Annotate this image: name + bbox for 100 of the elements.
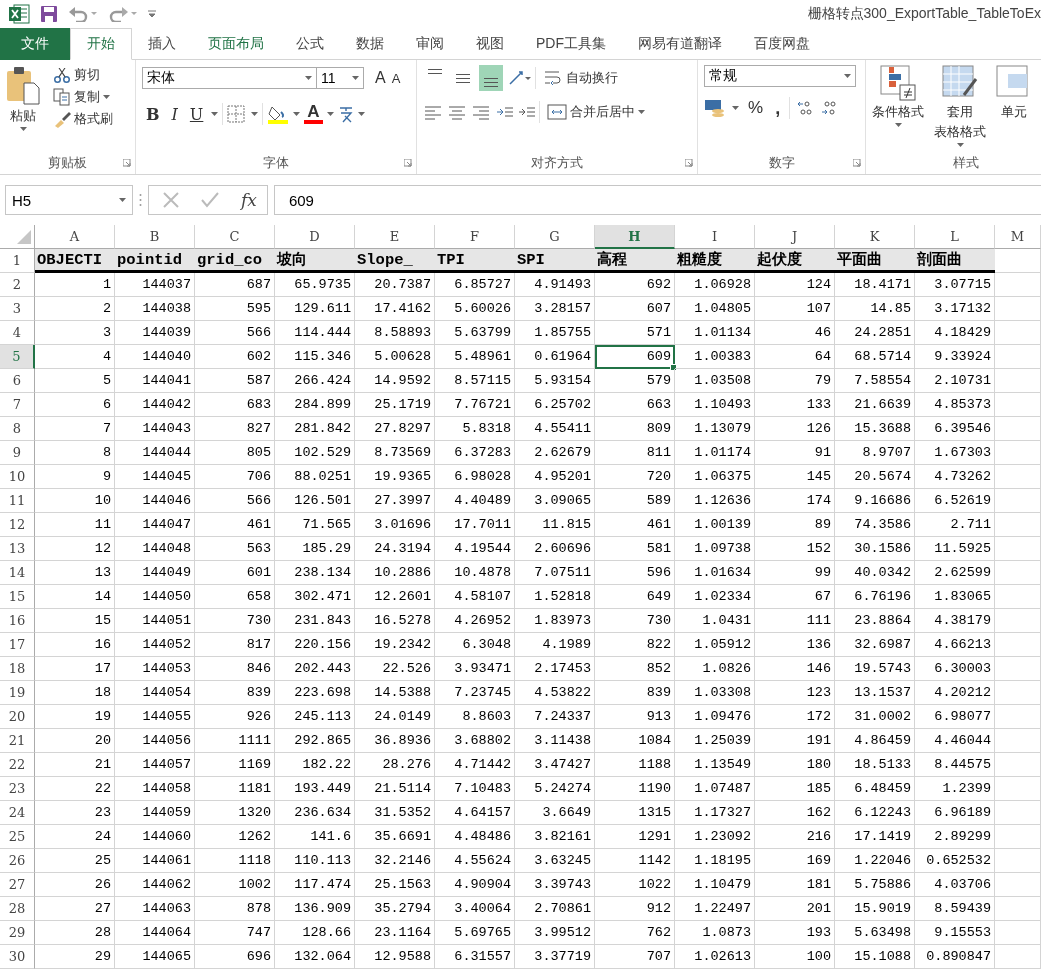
column-header[interactable]: E — [355, 225, 435, 249]
table-cell[interactable]: 89 — [755, 513, 835, 537]
empty-cell[interactable] — [995, 441, 1041, 465]
table-cell[interactable]: 28.276 — [355, 753, 435, 777]
table-cell[interactable]: 144050 — [115, 585, 195, 609]
column-header[interactable]: L — [915, 225, 995, 249]
table-cell[interactable]: 22 — [35, 777, 115, 801]
table-cell[interactable]: 1118 — [195, 849, 275, 873]
file-menu[interactable]: 文件 — [0, 28, 70, 60]
table-cell[interactable]: 144041 — [115, 369, 195, 393]
empty-cell[interactable] — [995, 633, 1041, 657]
table-cell[interactable]: 124 — [755, 273, 835, 297]
table-cell[interactable]: 100 — [755, 945, 835, 969]
row-header[interactable]: 21 — [0, 729, 35, 753]
table-cell[interactable]: 6.39546 — [915, 417, 995, 441]
table-cell[interactable]: 68.5714 — [835, 345, 915, 369]
column-header[interactable]: B — [115, 225, 195, 249]
table-cell[interactable]: 6.85727 — [435, 273, 515, 297]
table-cell[interactable]: 747 — [195, 921, 275, 945]
table-cell[interactable]: 1084 — [595, 729, 675, 753]
vertical-align-button[interactable] — [479, 65, 503, 91]
table-cell[interactable]: 181 — [755, 873, 835, 897]
table-cell[interactable]: 7.76721 — [435, 393, 515, 417]
table-cell[interactable]: 13.1537 — [835, 681, 915, 705]
table-cell[interactable]: 67 — [755, 585, 835, 609]
row-header[interactable]: 13 — [0, 537, 35, 561]
table-cell[interactable]: 144037 — [115, 273, 195, 297]
table-cell[interactable]: 144062 — [115, 873, 195, 897]
table-cell[interactable]: 0.652532 — [915, 849, 995, 873]
table-cell[interactable]: 144052 — [115, 633, 195, 657]
percent-button[interactable]: % — [745, 97, 767, 119]
table-cell[interactable]: 5.24274 — [515, 777, 595, 801]
table-cell[interactable]: 3.6649 — [515, 801, 595, 825]
table-cell[interactable]: 1.09738 — [675, 537, 755, 561]
table-cell[interactable]: 2.89299 — [915, 825, 995, 849]
table-cell[interactable]: 10.2886 — [355, 561, 435, 585]
table-cell[interactable]: 706 — [195, 465, 275, 489]
table-cell[interactable]: 1.0431 — [675, 609, 755, 633]
table-cell[interactable]: 平面曲 — [835, 249, 915, 273]
table-cell[interactable]: 1022 — [595, 873, 675, 897]
table-cell[interactable]: 913 — [595, 705, 675, 729]
empty-cell[interactable] — [995, 393, 1041, 417]
table-cell[interactable]: 284.899 — [275, 393, 355, 417]
table-cell[interactable]: 692 — [595, 273, 675, 297]
table-cell[interactable]: 35.6691 — [355, 825, 435, 849]
table-cell[interactable]: 3.07715 — [915, 273, 995, 297]
table-cell[interactable]: 107 — [755, 297, 835, 321]
table-cell[interactable]: 292.865 — [275, 729, 355, 753]
table-cell[interactable]: 193.449 — [275, 777, 355, 801]
table-cell[interactable]: 2.62679 — [515, 441, 595, 465]
table-cell[interactable]: 805 — [195, 441, 275, 465]
table-cell[interactable]: 6.76196 — [835, 585, 915, 609]
table-cell[interactable]: 281.842 — [275, 417, 355, 441]
row-header[interactable]: 8 — [0, 417, 35, 441]
table-cell[interactable]: 649 — [595, 585, 675, 609]
table-cell[interactable]: 3.17132 — [915, 297, 995, 321]
wrap-text-button[interactable]: 自动换行 — [540, 68, 621, 88]
table-cell[interactable]: 1.00139 — [675, 513, 755, 537]
table-cell[interactable]: 839 — [195, 681, 275, 705]
table-cell[interactable]: 6 — [35, 393, 115, 417]
table-cell[interactable]: 563 — [195, 537, 275, 561]
table-cell[interactable]: 4.46044 — [915, 729, 995, 753]
table-cell[interactable]: 88.0251 — [275, 465, 355, 489]
table-cell[interactable]: 146 — [755, 657, 835, 681]
table-cell[interactable]: 1.22497 — [675, 897, 755, 921]
table-cell[interactable]: 5 — [35, 369, 115, 393]
table-cell[interactable]: 6.3048 — [435, 633, 515, 657]
column-header[interactable]: F — [435, 225, 515, 249]
table-cell[interactable]: 1.02613 — [675, 945, 755, 969]
row-header[interactable]: 25 — [0, 825, 35, 849]
table-cell[interactable]: 180 — [755, 753, 835, 777]
table-cell[interactable]: 730 — [595, 609, 675, 633]
row-header[interactable]: 11 — [0, 489, 35, 513]
table-cell[interactable]: 5.75886 — [835, 873, 915, 897]
table-cell[interactable]: 144051 — [115, 609, 195, 633]
table-cell[interactable]: 8.57115 — [435, 369, 515, 393]
table-cell[interactable]: 579 — [595, 369, 675, 393]
table-cell[interactable]: 223.698 — [275, 681, 355, 705]
table-cell[interactable]: 1.0873 — [675, 921, 755, 945]
row-header[interactable]: 16 — [0, 609, 35, 633]
save-icon[interactable] — [40, 5, 58, 23]
dialog-launcher-icon[interactable] — [685, 159, 693, 167]
table-cell[interactable]: 1.13079 — [675, 417, 755, 441]
decrease-decimal-icon[interactable] — [820, 99, 839, 117]
table-cell[interactable]: 4.55411 — [515, 417, 595, 441]
table-cell[interactable]: 15.3688 — [835, 417, 915, 441]
table-cell[interactable]: 245.113 — [275, 705, 355, 729]
table-cell[interactable]: 7.10483 — [435, 777, 515, 801]
table-cell[interactable]: 8.8603 — [435, 705, 515, 729]
table-cell[interactable]: 5.63799 — [435, 321, 515, 345]
table-cell[interactable]: 461 — [195, 513, 275, 537]
table-cell[interactable]: 1.10479 — [675, 873, 755, 897]
table-cell[interactable]: 24 — [35, 825, 115, 849]
table-cell[interactable]: 144044 — [115, 441, 195, 465]
table-cell[interactable]: 18 — [35, 681, 115, 705]
table-cell[interactable]: 46 — [755, 321, 835, 345]
row-header[interactable]: 6 — [0, 369, 35, 393]
table-cell[interactable]: 1262 — [195, 825, 275, 849]
table-cell[interactable]: 6.98077 — [915, 705, 995, 729]
clipboard-button[interactable]: 复制 — [50, 87, 116, 107]
